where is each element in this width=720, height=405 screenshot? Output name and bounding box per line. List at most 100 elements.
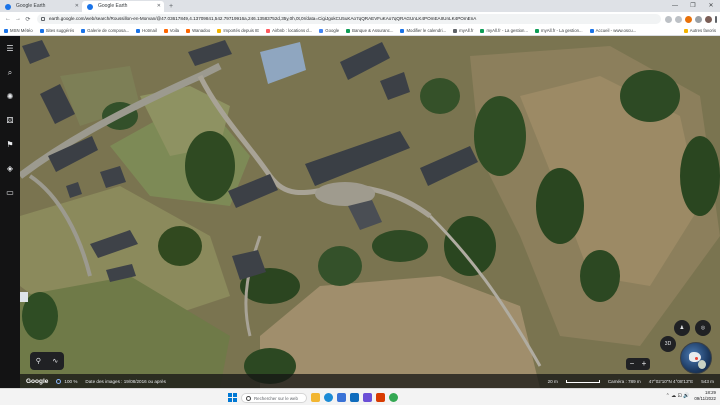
- layers-icon[interactable]: ◈: [7, 164, 13, 174]
- new-tab-button[interactable]: +: [164, 1, 178, 12]
- chrome-icon[interactable]: [389, 393, 398, 402]
- file-explorer-icon[interactable]: [311, 393, 320, 402]
- bookmark-favicon: [535, 28, 540, 33]
- bookmark-favicon: [346, 28, 351, 33]
- bookmark-2[interactable]: Galerie de composa...: [81, 28, 129, 33]
- bookmark-8[interactable]: Google: [319, 28, 339, 33]
- bookmark-10[interactable]: Modifier le calendri...: [400, 28, 446, 33]
- edge-icon[interactable]: [324, 393, 333, 402]
- scale-bar: [565, 379, 600, 383]
- bookmark-favicon: [163, 28, 168, 33]
- bookmark-14[interactable]: Accueil - www.oscu...: [589, 28, 636, 33]
- windows-start-icon[interactable]: [228, 393, 237, 402]
- share-icon[interactable]: [665, 15, 672, 23]
- reload-button[interactable]: ⟳: [23, 16, 33, 23]
- menu-kebab-icon[interactable]: [715, 15, 717, 23]
- toggle-3d-button[interactable]: 3D: [660, 336, 676, 352]
- mail-icon[interactable]: [350, 393, 359, 402]
- lock-icon: [41, 17, 45, 21]
- browser-toolbar: ← → ⟳ earth.google.com/web/search/Roussi…: [0, 12, 720, 26]
- office-icon[interactable]: [376, 393, 385, 402]
- clock[interactable]: 18:29 09/11/2022: [694, 390, 716, 402]
- bookmark-favicon: [480, 28, 485, 33]
- browser-tab-strip: Google Earth ✕ Google Earth ✕ + — ❐ ✕: [0, 0, 720, 12]
- extension-icon[interactable]: [685, 15, 692, 23]
- pegman-button[interactable]: ♟: [674, 320, 690, 336]
- photos-icon[interactable]: [363, 393, 372, 402]
- back-button[interactable]: ←: [3, 16, 13, 22]
- search-icon[interactable]: ⌕: [8, 68, 12, 78]
- bookmark-7[interactable]: Airbnb : locations d...: [266, 28, 312, 33]
- image-date: Date des images : 19/08/2016 ou après: [85, 378, 166, 384]
- bookmark-0[interactable]: MSN Météo: [4, 28, 33, 33]
- globe-land: [698, 360, 706, 369]
- close-tab-icon[interactable]: ✕: [157, 1, 161, 12]
- forward-button[interactable]: →: [13, 16, 23, 22]
- bookmark-favicon: [319, 28, 324, 33]
- earth-viewport[interactable]: ☰ ⌕ ✺ ⚄ ⚑ ◈ ▭ ⚲ ∿ ♟ ◎ 3D − + Google 100 …: [0, 36, 720, 388]
- address-bar[interactable]: earth.google.com/web/search/Roussillon-e…: [37, 14, 661, 24]
- bookmark-favicon: [453, 28, 458, 33]
- bookmark-favicon: [266, 28, 271, 33]
- ground-altitude: 543 m: [701, 378, 714, 384]
- taskbar-search-input[interactable]: Rechercher sur le web: [241, 392, 307, 403]
- location-dot-icon: [695, 357, 698, 360]
- earth-readouts: 20 m Caméra : 789 m 47°02'10"N 4°08'13"E…: [548, 379, 714, 384]
- bookmark-5[interactable]: Wanadoo: [186, 28, 210, 33]
- close-tab-icon[interactable]: ✕: [75, 1, 79, 12]
- windows-taskbar: Rechercher sur le web ⌃ ☁ ⊡ 🔊 18:29 09/1…: [0, 388, 720, 405]
- bookmarks-bar: MSN Météo Sites suggérés Galerie de comp…: [0, 26, 720, 36]
- placemark-icon[interactable]: ⚲: [36, 357, 41, 365]
- profile-avatar[interactable]: [705, 15, 712, 23]
- window-controls: — ❐ ✕: [666, 0, 720, 12]
- earth-left-rail: ☰ ⌕ ✺ ⚄ ⚑ ◈ ▭: [0, 36, 20, 388]
- mini-globe[interactable]: [680, 342, 712, 374]
- bookmark-12[interactable]: myAll.fr - La gestion...: [480, 28, 528, 33]
- google-earth-favicon: [5, 4, 11, 10]
- toolbar-icons: [665, 15, 717, 23]
- menu-icon[interactable]: ☰: [6, 44, 13, 54]
- bookmark-9[interactable]: Banque & Assuranc...: [346, 28, 393, 33]
- close-window-button[interactable]: ✕: [702, 0, 720, 12]
- scale-label: 20 m: [547, 378, 558, 384]
- measure-icon[interactable]: ▭: [6, 188, 14, 198]
- bookmark-4[interactable]: Voila: [163, 28, 179, 33]
- draw-path-icon[interactable]: ∿: [52, 357, 58, 365]
- extensions-puzzle-icon[interactable]: [695, 15, 702, 23]
- tab-google-earth-1[interactable]: Google Earth ✕: [0, 1, 82, 12]
- zoom-level[interactable]: 100 %: [56, 378, 77, 384]
- minimize-button[interactable]: —: [666, 0, 684, 12]
- satellite-map[interactable]: [0, 36, 720, 388]
- bookmark-1[interactable]: Sites suggérés: [39, 28, 74, 33]
- random-icon[interactable]: ⚄: [7, 116, 14, 126]
- bookmark-star-icon[interactable]: [675, 15, 682, 23]
- bookmark-6[interactable]: Importés depuis IE: [217, 28, 259, 33]
- clock-date: 09/11/2022: [694, 396, 716, 401]
- zoom-in-button[interactable]: +: [638, 358, 650, 370]
- coordinates: 47°02'10"N 4°08'13"E: [648, 378, 694, 384]
- zoom-ring-icon: [56, 378, 62, 384]
- bookmark-3[interactable]: Hotmail: [136, 28, 157, 33]
- earth-status-bar: Google 100 % Date des images : 19/08/201…: [20, 374, 720, 388]
- system-tray: ⌃ ☁ ⊡ 🔊 18:29 09/11/2022: [666, 390, 716, 402]
- bookmark-favicon: [589, 28, 594, 33]
- bookmark-favicon: [186, 28, 191, 33]
- zoom-controls: − +: [626, 358, 650, 370]
- google-logo: Google: [26, 377, 49, 385]
- store-icon[interactable]: [337, 393, 346, 402]
- bookmark-favicon: [81, 28, 86, 33]
- camera-altitude: Caméra : 789 m: [607, 378, 641, 384]
- compass-button[interactable]: ◎: [695, 320, 711, 336]
- tab-google-earth-2[interactable]: Google Earth ✕: [82, 1, 164, 12]
- maximize-button[interactable]: ❐: [684, 0, 702, 12]
- tray-icons[interactable]: ⌃ ☁ ⊡ 🔊: [666, 393, 690, 399]
- bookmark-11[interactable]: myAll.fr: [453, 28, 473, 33]
- placemark-path-controls: ⚲ ∿: [30, 352, 64, 370]
- bookmark-13[interactable]: myAll.fr - La gestion...: [535, 28, 583, 33]
- voyager-icon[interactable]: ✺: [7, 92, 14, 102]
- bookmark-favicon: [217, 28, 222, 33]
- projects-icon[interactable]: ⚑: [6, 140, 13, 150]
- zoom-out-button[interactable]: −: [626, 358, 638, 370]
- other-bookmarks[interactable]: Autres favoris: [683, 28, 716, 33]
- tab-title: Google Earth: [98, 3, 128, 9]
